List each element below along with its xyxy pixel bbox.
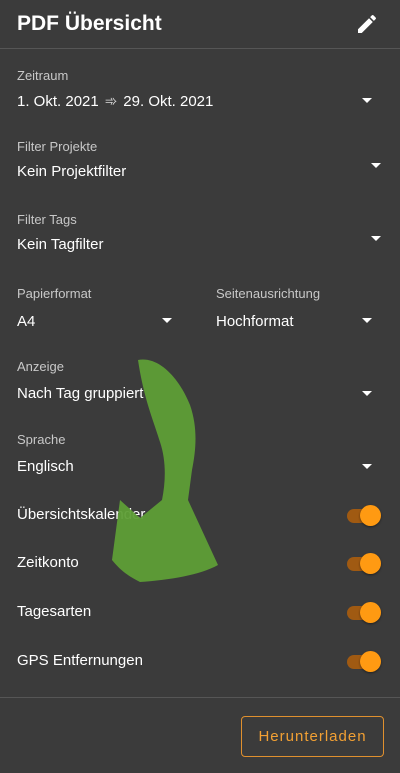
seitenausrichtung-label: Seitenausrichtung	[216, 286, 321, 301]
filter-tags-value: Kein Tagfilter	[17, 236, 104, 253]
zeitraum-field[interactable]: Zeitraum 1. Okt. 2021 ➾ 29. Okt. 2021	[17, 68, 383, 116]
dropdown-caret-icon	[362, 98, 372, 103]
dropdown-caret-icon	[371, 236, 381, 241]
toggle-row-uebersichtskalender: Übersichtskalender	[0, 492, 400, 540]
filter-projekte-label: Filter Projekte	[17, 139, 98, 154]
filter-tags-field[interactable]: Filter Tags Kein Tagfilter	[17, 212, 383, 260]
zeitraum-start: 1. Okt. 2021	[17, 93, 99, 110]
anzeige-value: Nach Tag gruppiert	[17, 385, 144, 402]
app-header: PDF Übersicht	[0, 0, 400, 49]
dropdown-caret-icon	[362, 391, 372, 396]
sprache-field[interactable]: Sprache Englisch	[17, 432, 383, 480]
dropdown-caret-icon	[162, 318, 172, 323]
toggle-row-gps-entfernungen: GPS Entfernungen	[0, 638, 400, 686]
papierformat-field[interactable]: Papierformat A4	[17, 286, 177, 334]
filter-projekte-field[interactable]: Filter Projekte Kein Projektfilter	[17, 139, 383, 187]
zeitraum-value: 1. Okt. 2021 ➾ 29. Okt. 2021	[17, 92, 213, 110]
toggle-label: GPS Entfernungen	[17, 652, 143, 669]
toggle-label: Tagesarten	[17, 603, 92, 620]
dropdown-caret-icon	[371, 163, 381, 168]
papierformat-value: A4	[17, 313, 36, 330]
dropdown-caret-icon	[362, 464, 372, 469]
download-button[interactable]: Herunterladen	[241, 716, 384, 757]
anzeige-label: Anzeige	[17, 359, 64, 374]
seitenausrichtung-value: Hochformat	[216, 313, 294, 330]
sprache-label: Sprache	[17, 432, 66, 447]
toggle-label: Zeitkonto	[17, 554, 79, 571]
toggle-row-tagesarten: Tagesarten	[0, 589, 400, 637]
tagesarten-switch[interactable]	[347, 602, 381, 624]
sprache-value: Englisch	[17, 458, 74, 475]
pencil-icon[interactable]	[355, 12, 379, 36]
dropdown-caret-icon	[362, 318, 372, 323]
footer-divider	[0, 697, 400, 698]
toggle-label: Übersichtskalender	[17, 506, 146, 523]
switch-thumb	[360, 553, 381, 574]
gps-entfernungen-switch[interactable]	[347, 651, 381, 673]
seitenausrichtung-field[interactable]: Seitenausrichtung Hochformat	[216, 286, 383, 334]
uebersichtskalender-switch[interactable]	[347, 505, 381, 527]
anzeige-field[interactable]: Anzeige Nach Tag gruppiert	[17, 359, 383, 407]
zeitraum-end: 29. Okt. 2021	[123, 93, 214, 110]
switch-thumb	[360, 505, 381, 526]
filter-projekte-value: Kein Projektfilter	[17, 163, 127, 180]
filter-tags-label: Filter Tags	[17, 212, 77, 227]
switch-thumb	[360, 651, 381, 672]
arrow-right-icon: ➾	[104, 93, 118, 110]
page-title: PDF Übersicht	[17, 12, 162, 35]
zeitraum-label: Zeitraum	[17, 68, 69, 83]
papierformat-label: Papierformat	[17, 286, 92, 301]
zeitkonto-switch[interactable]	[347, 553, 381, 575]
toggle-row-zeitkonto: Zeitkonto	[0, 540, 400, 588]
switch-thumb	[360, 602, 381, 623]
